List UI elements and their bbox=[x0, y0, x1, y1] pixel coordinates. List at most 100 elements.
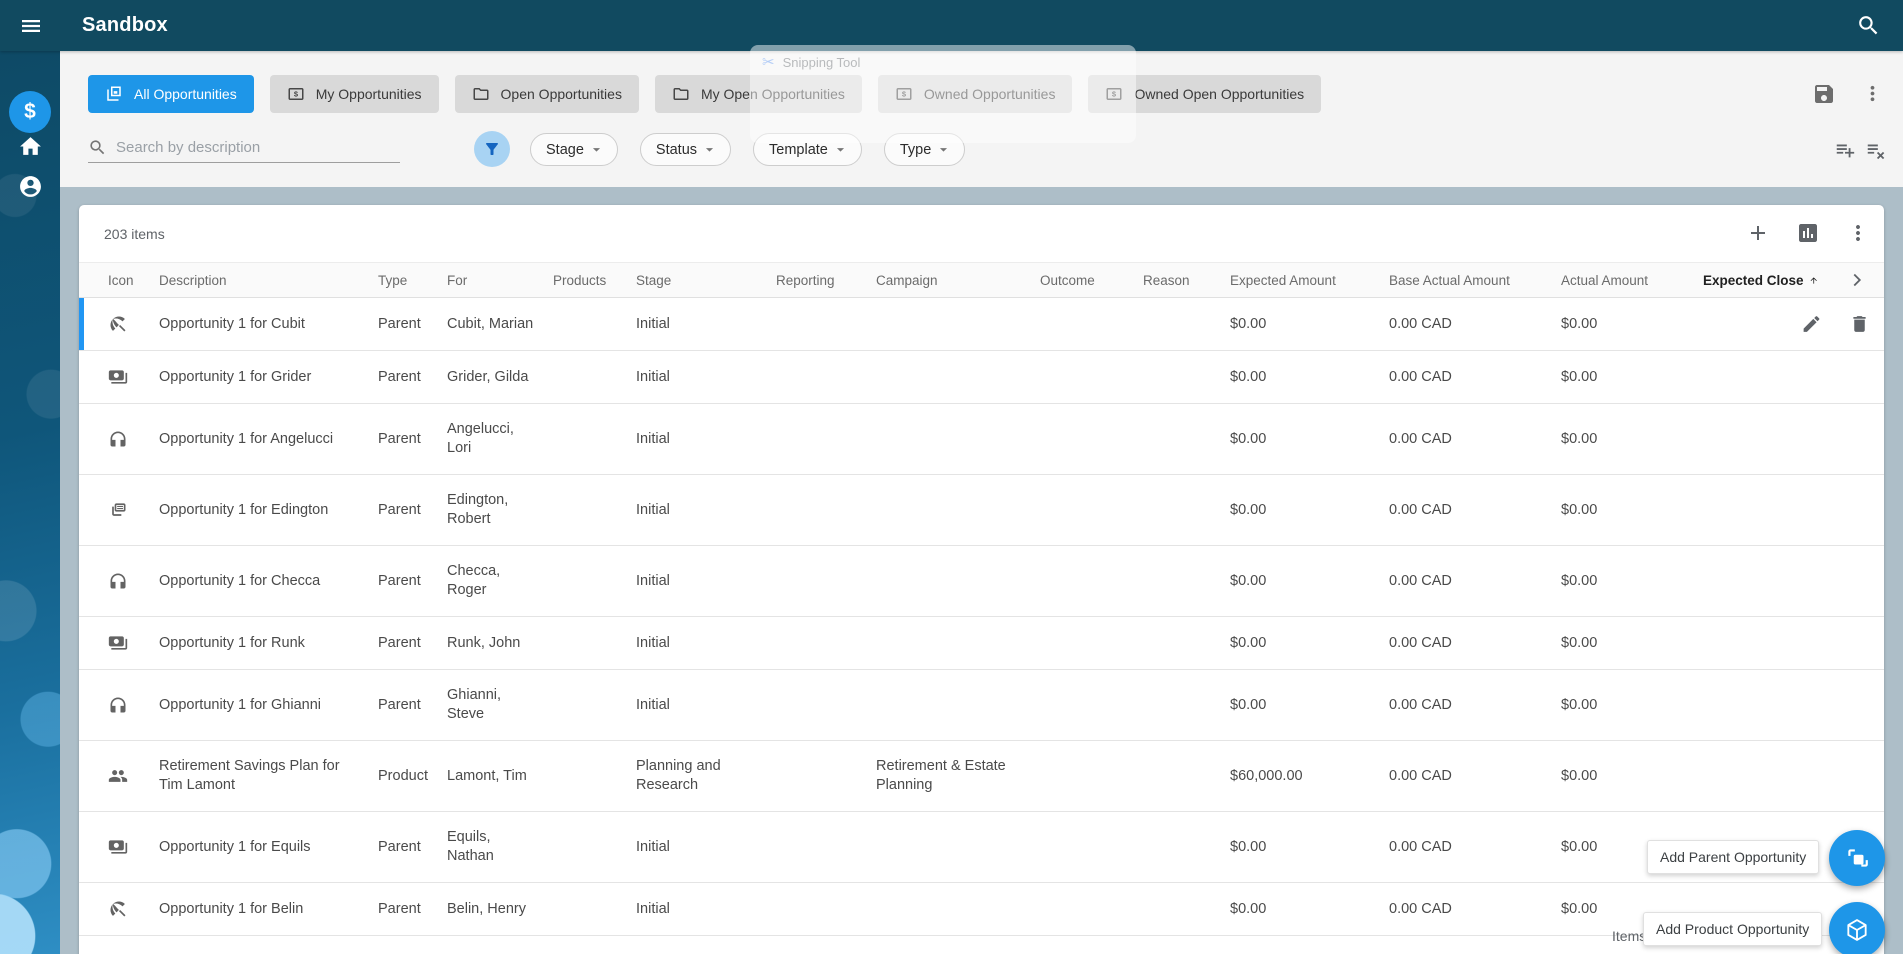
playlist-add-icon[interactable] bbox=[1834, 139, 1856, 161]
headset-icon bbox=[108, 571, 128, 591]
cell-expected-amount: $0.00 bbox=[1230, 315, 1267, 332]
app-bar: Sandbox bbox=[0, 0, 1903, 51]
tab-all-opportunities[interactable]: All Opportunities bbox=[88, 75, 254, 113]
table-row[interactable]: Opportunity 1 for Cubit Parent Cubit, Ma… bbox=[79, 298, 1884, 351]
cell-description: Opportunity 1 for Grider bbox=[159, 368, 312, 385]
analytics-icon[interactable] bbox=[1796, 221, 1820, 245]
table-row[interactable]: Retirement Savings Plan for Tim Lamont P… bbox=[79, 741, 1884, 812]
hamburger-menu-icon[interactable] bbox=[19, 14, 43, 38]
cell-expected-amount: $0.00 bbox=[1230, 900, 1267, 917]
cell-for: Grider, Gilda bbox=[447, 368, 529, 385]
column-header-type[interactable]: Type bbox=[378, 273, 447, 288]
tab-label: Open Opportunities bbox=[500, 86, 622, 102]
column-header-actual-amount[interactable]: Actual Amount bbox=[1561, 273, 1703, 288]
cell-expected-amount: $0.00 bbox=[1230, 838, 1267, 855]
table-body: Opportunity 1 for Cubit Parent Cubit, Ma… bbox=[79, 298, 1884, 936]
dropdown-label: Stage bbox=[546, 141, 584, 158]
sidebar-item-opportunities[interactable]: $ bbox=[9, 91, 51, 133]
trash-icon[interactable] bbox=[1849, 314, 1870, 335]
column-header-expected-amount[interactable]: Expected Amount bbox=[1230, 273, 1389, 288]
table-row[interactable]: Opportunity 1 for Edington Parent Edingt… bbox=[79, 475, 1884, 546]
cell-base-actual-amount: 0.00 CAD bbox=[1389, 315, 1452, 332]
add-product-icon bbox=[1844, 917, 1870, 943]
cell-actual-amount: $0.00 bbox=[1561, 572, 1598, 589]
column-header-expected-close[interactable]: Expected Close bbox=[1703, 273, 1830, 288]
kebab-menu-icon[interactable] bbox=[1846, 221, 1870, 245]
kebab-menu-icon[interactable] bbox=[1861, 82, 1884, 105]
cell-description: Opportunity 1 for Edington bbox=[159, 501, 329, 518]
table-row[interactable]: Opportunity 1 for Checca Parent Checca, … bbox=[79, 546, 1884, 617]
table-row[interactable]: Opportunity 1 for Runk Parent Runk, John… bbox=[79, 617, 1884, 670]
table-row[interactable]: Opportunity 1 for Ghianni Parent Ghianni… bbox=[79, 670, 1884, 741]
caret-down-icon bbox=[588, 141, 605, 158]
cell-actual-amount: $0.00 bbox=[1561, 634, 1598, 651]
search-icon[interactable] bbox=[1856, 13, 1881, 38]
column-header-for[interactable]: For bbox=[447, 273, 553, 288]
cell-description: Opportunity 1 for Runk bbox=[159, 634, 305, 651]
add-product-opportunity-fab[interactable] bbox=[1829, 902, 1885, 954]
dropdown-label: Status bbox=[655, 141, 698, 158]
cell-expected-amount: $0.00 bbox=[1230, 696, 1267, 713]
column-header-campaign[interactable]: Campaign bbox=[876, 273, 1040, 288]
cell-stage: Initial bbox=[636, 634, 670, 651]
caret-down-icon bbox=[832, 141, 849, 158]
group-icon bbox=[108, 766, 128, 786]
cell-expected-amount: $0.00 bbox=[1230, 501, 1267, 518]
home-icon[interactable] bbox=[18, 134, 43, 159]
cell-expected-amount: $60,000.00 bbox=[1230, 767, 1303, 784]
column-header-base-actual-amount[interactable]: Base Actual Amount bbox=[1389, 273, 1561, 288]
cell-base-actual-amount: 0.00 CAD bbox=[1389, 696, 1452, 713]
column-header-description[interactable]: Description bbox=[159, 273, 378, 288]
search-input[interactable] bbox=[116, 139, 386, 156]
column-header-reporting[interactable]: Reporting bbox=[776, 273, 876, 288]
payments-icon bbox=[108, 633, 128, 653]
cell-for: Cubit, Marian bbox=[447, 315, 534, 332]
add-parent-icon bbox=[1844, 845, 1870, 871]
caret-down-icon bbox=[701, 141, 718, 158]
column-header-icon[interactable]: Icon bbox=[96, 273, 159, 288]
cell-type: Parent bbox=[378, 572, 421, 589]
account-circle-icon[interactable] bbox=[18, 174, 43, 199]
cell-type: Parent bbox=[378, 838, 421, 855]
tab-open-opportunities[interactable]: Open Opportunities bbox=[454, 75, 639, 113]
cell-actual-amount: $0.00 bbox=[1561, 315, 1598, 332]
cell-expected-amount: $0.00 bbox=[1230, 634, 1267, 651]
table-row[interactable]: Opportunity 1 for Grider Parent Grider, … bbox=[79, 351, 1884, 404]
cell-stage: Initial bbox=[636, 501, 670, 518]
cell-base-actual-amount: 0.00 CAD bbox=[1389, 767, 1452, 784]
cell-base-actual-amount: 0.00 CAD bbox=[1389, 838, 1452, 855]
column-header-reason[interactable]: Reason bbox=[1143, 273, 1230, 288]
opportunities-card: 203 items Icon Description Type For Prod… bbox=[79, 205, 1884, 954]
chevron-right-icon[interactable] bbox=[1846, 269, 1868, 291]
table-row[interactable]: Opportunity 1 for Equils Parent Equils, … bbox=[79, 812, 1884, 883]
page-title: Sandbox bbox=[82, 14, 168, 36]
column-header-outcome[interactable]: Outcome bbox=[1040, 273, 1143, 288]
table-row[interactable]: Opportunity 1 for Angelucci Parent Angel… bbox=[79, 404, 1884, 475]
dropdown-status[interactable]: Status bbox=[639, 133, 732, 166]
cell-description: Opportunity 1 for Belin bbox=[159, 900, 304, 917]
cell-base-actual-amount: 0.00 CAD bbox=[1389, 368, 1452, 385]
pencil-icon[interactable] bbox=[1801, 314, 1822, 335]
cell-for: Edington, Robert bbox=[447, 492, 509, 527]
umbrella-icon bbox=[108, 314, 128, 334]
cell-type: Parent bbox=[378, 315, 421, 332]
column-header-stage[interactable]: Stage bbox=[636, 273, 776, 288]
dropdown-label: Template bbox=[769, 141, 828, 158]
view-tabs: All Opportunities $ My Opportunities Ope… bbox=[88, 75, 1322, 113]
filter-button[interactable] bbox=[474, 131, 510, 167]
dropdown-label: Type bbox=[899, 141, 932, 158]
tooltip-add-product-opportunity: Add Product Opportunity bbox=[1643, 912, 1823, 946]
column-header-products[interactable]: Products bbox=[553, 273, 636, 288]
tab-label: Owned Open Opportunities bbox=[1134, 86, 1305, 102]
folder-icon bbox=[672, 85, 690, 103]
add-parent-opportunity-fab[interactable] bbox=[1829, 830, 1885, 886]
cell-stage: Initial bbox=[636, 315, 670, 332]
save-view-icon[interactable] bbox=[1812, 82, 1836, 106]
add-icon[interactable] bbox=[1746, 221, 1770, 245]
snipping-tool-ghost-window: ✂ Snipping Tool bbox=[750, 45, 1136, 143]
caret-down-icon bbox=[935, 141, 952, 158]
cell-stage: Initial bbox=[636, 572, 670, 589]
playlist-remove-icon[interactable] bbox=[1865, 139, 1887, 161]
dropdown-stage[interactable]: Stage bbox=[530, 133, 618, 166]
tab-my-opportunities[interactable]: $ My Opportunities bbox=[269, 75, 439, 113]
